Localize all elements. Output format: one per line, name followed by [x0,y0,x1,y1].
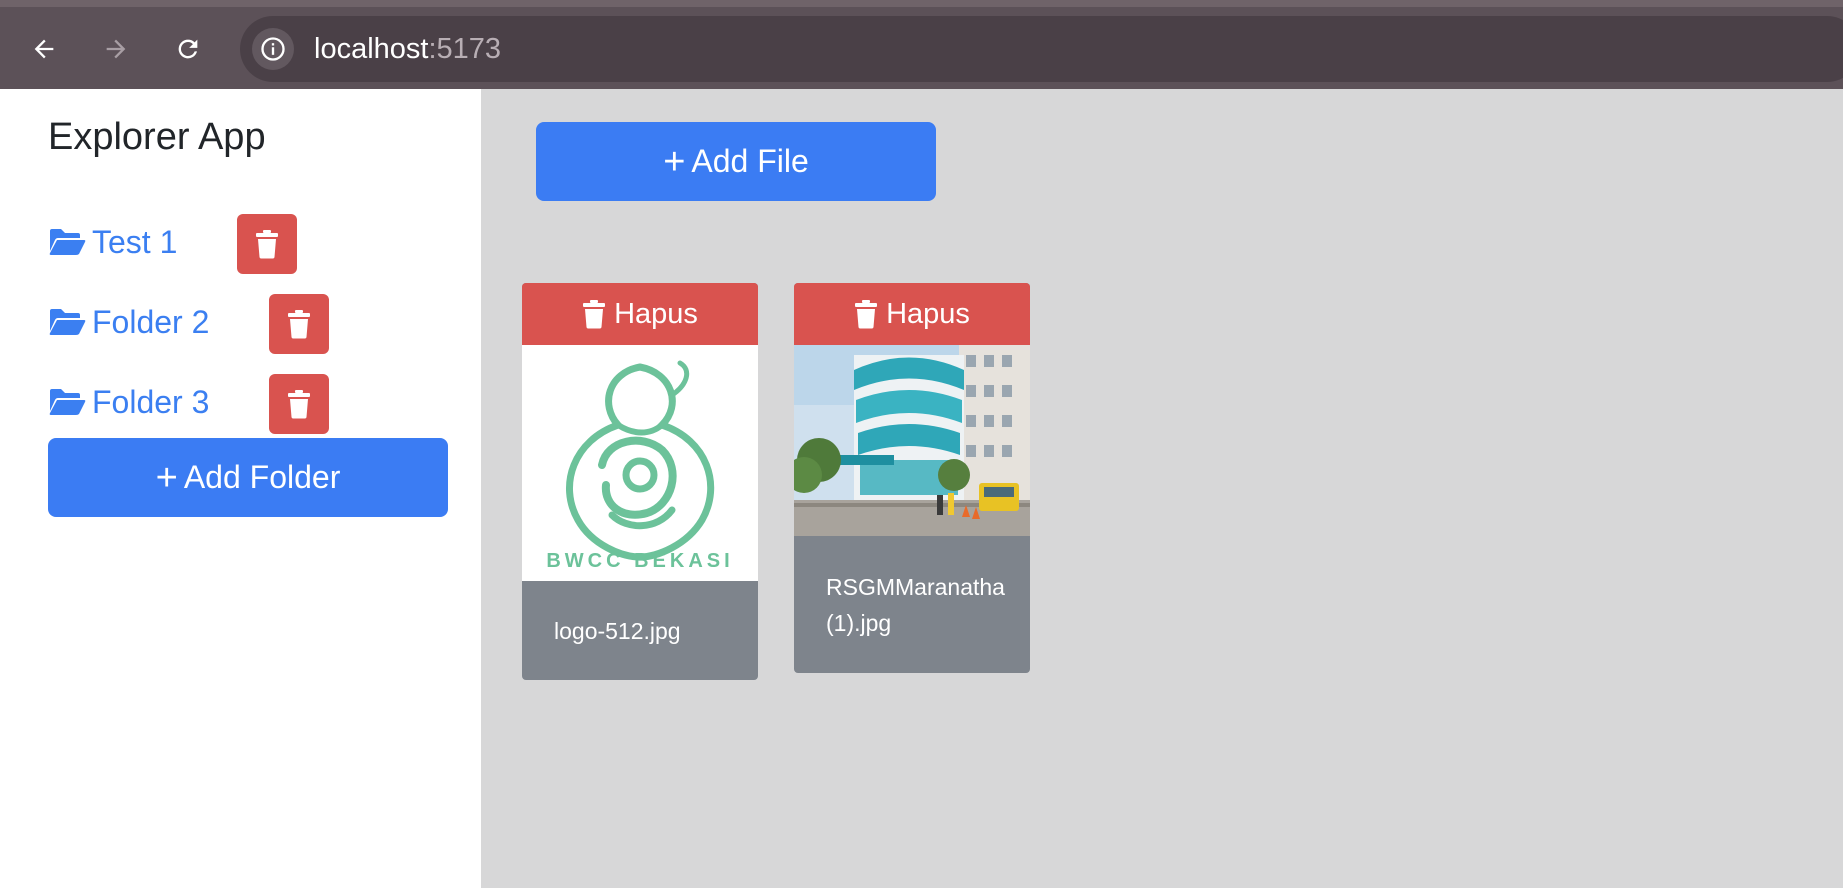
delete-folder-button[interactable] [269,374,329,434]
delete-file-button[interactable]: Hapus [522,283,758,345]
back-button[interactable] [22,29,66,69]
browser-toolbar: localhost:5173 [0,0,1843,89]
info-icon [261,37,285,61]
site-info-button[interactable] [252,28,294,70]
delete-file-label: Hapus [886,297,970,330]
reload-button[interactable] [166,29,210,69]
main-content: + Add File Hapus BWCC BEKASI logo-512.jp… [481,89,1843,888]
folder-open-icon [49,309,86,335]
trash-icon [288,390,310,419]
address-bar[interactable]: localhost:5173 [240,16,1843,82]
folder-link-folder-2[interactable]: Folder 2 [48,304,209,340]
url-text: localhost:5173 [314,32,501,66]
folder-label: Folder 3 [92,384,210,420]
hospital-building-image [794,345,1030,536]
url-port: :5173 [428,33,502,65]
folder-item-folder-2: Folder 2 [48,292,209,352]
add-folder-label: Add Folder [183,459,341,495]
trash-icon [583,300,606,329]
folder-label: Test 1 [92,224,178,260]
forward-button[interactable] [94,29,138,69]
folder-link-folder-3[interactable]: Folder 3 [48,384,209,420]
arrow-right-icon [106,39,126,59]
folder-open-icon [49,229,86,255]
folder-item-folder-3: Folder 3 [48,372,209,432]
file-card: Hapus RSGMMaranatha (1).jpg [794,283,1030,673]
trash-icon [288,310,310,339]
trash-icon [256,230,278,259]
delete-file-button[interactable]: Hapus [794,283,1030,345]
delete-file-label: Hapus [614,297,698,330]
folder-open-icon [49,389,86,415]
file-name: RSGMMaranatha (1).jpg [826,573,1005,636]
folder-label: Folder 2 [92,304,210,340]
add-file-button[interactable]: + Add File [536,122,936,201]
plus-icon: + [155,456,178,499]
reload-icon [178,39,198,59]
folder-item-test-1: Test 1 [48,212,177,272]
url-host: localhost [314,33,429,65]
delete-folder-button[interactable] [237,214,297,274]
logo-text: BWCC BEKASI [546,550,733,572]
app-title: Explorer App [48,116,266,158]
arrow-left-icon [34,39,54,59]
file-name: logo-512.jpg [554,617,681,644]
plus-icon: + [663,140,686,183]
sidebar: Explorer App Test 1 Folder 2 Folder 3 + … [0,89,481,888]
file-thumbnail[interactable]: BWCC BEKASI [522,345,758,581]
file-card: Hapus BWCC BEKASI logo-512.jpg [522,283,758,680]
bwcc-logo-image: BWCC BEKASI [546,360,733,572]
add-file-label: Add File [691,143,809,179]
trash-icon [855,300,878,329]
folder-link-test-1[interactable]: Test 1 [48,224,177,260]
delete-folder-button[interactable] [269,294,329,354]
file-thumbnail[interactable] [794,345,1030,536]
add-folder-button[interactable]: + Add Folder [48,438,448,517]
